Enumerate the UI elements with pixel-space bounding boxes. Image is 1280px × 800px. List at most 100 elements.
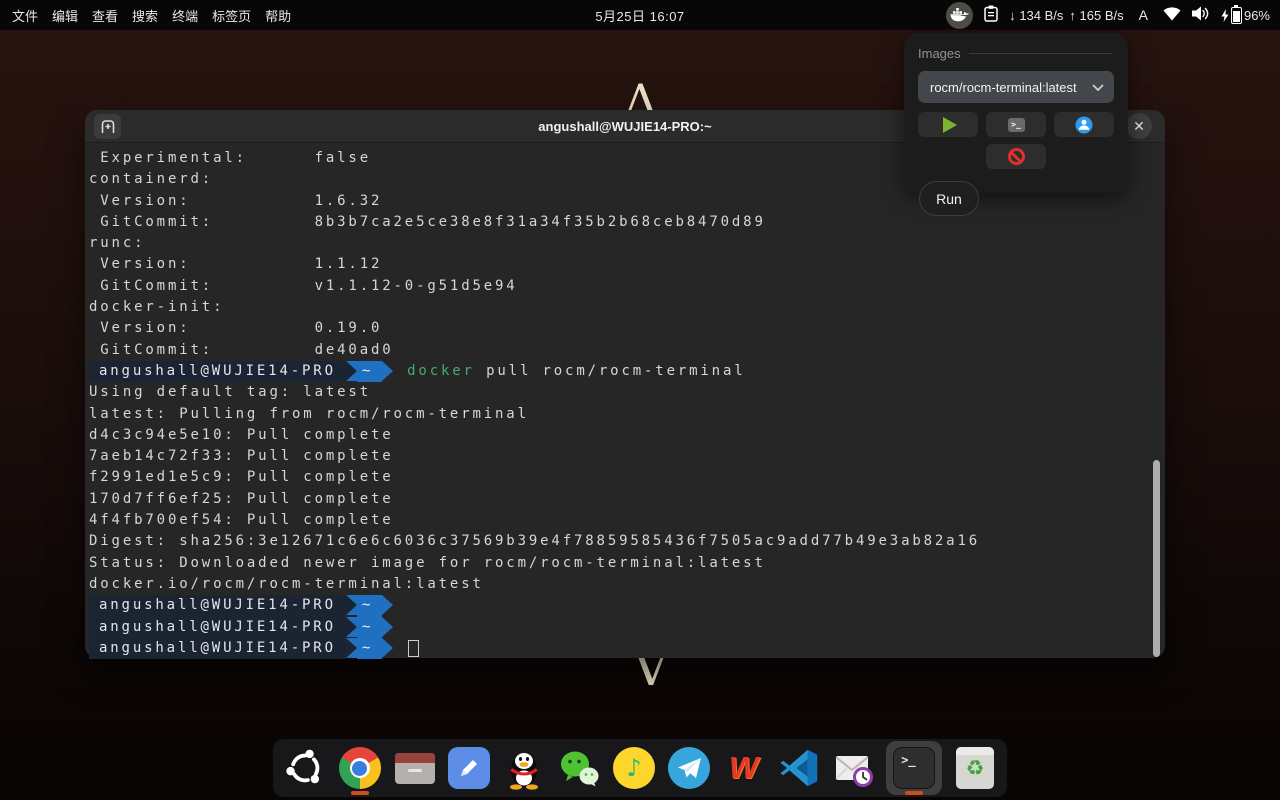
dock-item-vscode[interactable] — [777, 741, 821, 795]
prompt-line: angushall@WUJIE14-PRO ~ — [89, 595, 1155, 616]
dock-item-qq-music[interactable]: ♪ — [612, 741, 656, 795]
command-program: docker — [407, 361, 475, 382]
close-button[interactable]: ✕ — [1126, 113, 1152, 139]
play-icon — [943, 117, 957, 133]
prompt-user-segment: angushall@WUJIE14-PRO — [89, 361, 346, 382]
battery-percent: 96% — [1244, 8, 1270, 23]
prompt-path-segment: ~ — [357, 617, 382, 638]
menu-item-6[interactable]: 帮助 — [265, 6, 291, 25]
chevron-down-icon — [1092, 84, 1104, 91]
terminal-cursor — [408, 640, 419, 657]
qq-penguin-icon — [504, 746, 544, 790]
ubuntu-logo-icon — [284, 747, 326, 789]
powerline-arrow-icon — [346, 638, 357, 658]
docker-whale-icon — [950, 8, 969, 23]
powerline-arrow-icon — [346, 617, 357, 637]
prompt-path-segment: ~ — [357, 361, 382, 382]
menu-item-1[interactable]: 编辑 — [52, 6, 78, 25]
folder-icon — [395, 753, 435, 784]
docker-images-panel: Images rocm/rocm-terminal:latest >_ Run — [904, 33, 1128, 193]
recycle-bin-icon: ♻ — [956, 747, 994, 789]
net-download: ↓ 134 B/s — [1009, 8, 1063, 23]
run-image-button[interactable] — [918, 112, 978, 137]
image-select-dropdown[interactable]: rocm/rocm-terminal:latest — [918, 71, 1114, 103]
battery-icon — [1231, 7, 1242, 24]
wifi-tray-button[interactable] — [1163, 7, 1181, 24]
battery-indicator[interactable]: 96% — [1221, 7, 1270, 24]
user-session-button[interactable] — [1054, 112, 1114, 137]
top-menubar: 文件编辑查看搜索终端标签页帮助 5月25日 16:07 ↓ 134 B/s ↑ … — [0, 0, 1280, 30]
dock-item-wechat[interactable] — [557, 741, 601, 795]
menu-item-2[interactable]: 查看 — [92, 6, 118, 25]
dock-item-text-editor[interactable] — [448, 741, 492, 795]
terminal-menus: 文件编辑查看搜索终端标签页帮助 — [12, 6, 291, 25]
charging-bolt-icon — [1221, 9, 1229, 22]
running-indicator — [351, 791, 369, 795]
telegram-icon — [668, 747, 710, 789]
header-divider — [969, 53, 1112, 54]
volume-icon — [1192, 6, 1210, 21]
dock-item-wps[interactable]: W — [722, 741, 766, 795]
menu-item-3[interactable]: 搜索 — [132, 6, 158, 25]
prompt-user-segment: angushall@WUJIE14-PRO — [89, 638, 346, 659]
menu-item-4[interactable]: 终端 — [172, 6, 198, 25]
music-note-icon: ♪ — [613, 747, 655, 789]
dock-item-terminal[interactable]: >_ — [886, 741, 942, 795]
powerline-arrow-icon — [382, 595, 393, 615]
menu-item-5[interactable]: 标签页 — [212, 6, 251, 25]
terminal-scrollbar[interactable] — [1153, 460, 1160, 657]
dock: ♪ W >_ ♻ — [273, 739, 1007, 797]
command-args: pull rocm/rocm-terminal — [475, 361, 746, 382]
prompt-line-command: angushall@WUJIE14-PRO ~ docker pull rocm… — [89, 361, 1155, 382]
image-action-row: >_ — [918, 112, 1114, 137]
docker-tray-button[interactable] — [946, 2, 973, 29]
system-tray: ↓ 134 B/s ↑ 165 B/s A 96% — [946, 2, 1270, 29]
clipboard-tray-button[interactable] — [984, 5, 998, 25]
dock-item-qq[interactable] — [502, 741, 546, 795]
input-method-indicator[interactable]: A — [1135, 7, 1152, 23]
prompt-line: angushall@WUJIE14-PRO ~ — [89, 617, 1155, 638]
mail-clock-icon — [832, 748, 874, 788]
terminal-app-icon: >_ — [893, 747, 935, 789]
pencil-icon — [448, 747, 490, 789]
stop-remove-button[interactable] — [986, 144, 1046, 169]
dock-item-mail-schedule[interactable] — [831, 741, 875, 795]
clock[interactable]: 5月25日 16:07 — [595, 6, 684, 25]
wechat-icon — [558, 748, 600, 788]
new-tab-icon — [100, 119, 116, 134]
terminal-content[interactable]: Experimental: false containerd: Version:… — [85, 143, 1165, 659]
open-terminal-button[interactable]: >_ — [986, 112, 1046, 137]
typed-command: docker pull rocm/rocm-terminal — [407, 361, 745, 382]
powerline-arrow-icon — [346, 361, 357, 381]
running-indicator — [905, 791, 923, 795]
volume-tray-button[interactable] — [1192, 6, 1210, 24]
dock-item-telegram[interactable] — [667, 741, 711, 795]
dock-item-file-manager[interactable] — [393, 741, 437, 795]
network-speed[interactable]: ↓ 134 B/s ↑ 165 B/s — [1009, 8, 1123, 23]
dock-item-trash[interactable]: ♻ — [953, 741, 997, 795]
prompt-path-segment: ~ — [357, 638, 382, 659]
panel-header: Images — [918, 46, 1114, 61]
chrome-icon — [339, 747, 381, 789]
window-title: angushall@WUJIE14-PRO:~ — [538, 119, 711, 134]
powerline-arrow-icon — [382, 638, 393, 658]
docker-pull-output: Using default tag: latest latest: Pullin… — [89, 382, 1155, 595]
blocked-icon — [1008, 148, 1025, 165]
prompt-user-segment: angushall@WUJIE14-PRO — [89, 595, 346, 616]
menu-item-0[interactable]: 文件 — [12, 6, 38, 25]
terminal-icon: >_ — [1008, 118, 1025, 132]
image-action-row-2 — [918, 144, 1114, 169]
dock-item-chrome[interactable] — [338, 741, 382, 795]
user-icon — [1075, 116, 1093, 134]
clipboard-icon — [984, 5, 998, 22]
run-tooltip[interactable]: Run — [919, 181, 979, 216]
new-tab-button[interactable] — [94, 114, 121, 139]
dock-item-ubuntu-launcher[interactable] — [283, 741, 327, 795]
wifi-icon — [1163, 7, 1181, 21]
prompt-line-active: angushall@WUJIE14-PRO ~ — [89, 638, 1155, 659]
wps-logo-icon: W — [729, 750, 758, 786]
powerline-arrow-icon — [382, 361, 393, 381]
powerline-arrow-icon — [382, 617, 393, 637]
powerline-arrow-icon — [346, 595, 357, 615]
panel-title: Images — [918, 46, 961, 61]
